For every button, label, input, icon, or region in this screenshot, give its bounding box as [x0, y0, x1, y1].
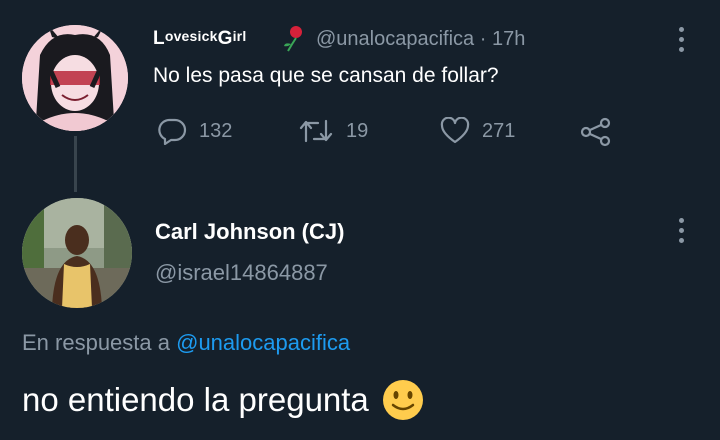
avatar-illustration: [22, 25, 128, 131]
share-button[interactable]: [580, 117, 612, 147]
reply-to-link[interactable]: @unalocapacifica: [176, 330, 350, 355]
tweet2-text: no entiendo la pregunta: [22, 381, 369, 418]
meta-separator: ·: [479, 28, 487, 50]
like-icon: [440, 117, 470, 144]
reply-icon: [158, 118, 187, 145]
handle-unalocapacifica[interactable]: @unalocapacifica: [316, 28, 474, 50]
handle-israel14864887[interactable]: @israel14864887: [155, 260, 328, 286]
name-part: irl: [232, 28, 247, 44]
reply-prefix: En respuesta a: [22, 330, 170, 355]
share-icon: [580, 117, 611, 147]
more-icon[interactable]: [677, 218, 685, 243]
smile-emoji-icon: [382, 380, 423, 420]
avatar-carl-johnson[interactable]: [22, 198, 132, 308]
thread-connector-line: [74, 136, 77, 192]
tweet1-meta: @unalocapacifica · 17h: [316, 28, 525, 51]
avatar-lovesickgirl[interactable]: [22, 25, 128, 131]
like-count: 271: [482, 119, 516, 142]
name-part: ovesick: [164, 28, 218, 44]
retweet-count: 19: [346, 119, 369, 142]
display-name-lovesickgirl[interactable]: LovesickGirl: [153, 28, 246, 50]
retweet-icon: [299, 119, 333, 143]
like-button[interactable]: 271: [440, 117, 515, 145]
retweet-button[interactable]: 19: [298, 117, 368, 145]
reply-count: 132: [199, 119, 233, 142]
display-name-carl-johnson[interactable]: Carl Johnson (CJ): [155, 219, 344, 245]
reply-button[interactable]: 132: [157, 117, 232, 145]
tweet2-text-row: no entiendo la pregunta: [22, 378, 425, 422]
tweet1-text: No les pasa que se cansan de follar?: [153, 64, 499, 87]
reply-context: En respuesta a @unalocapacifica: [22, 330, 350, 356]
name-part: G: [217, 28, 233, 49]
timestamp[interactable]: 17h: [492, 28, 525, 50]
avatar-photo: [22, 198, 132, 308]
name-part: L: [153, 28, 165, 49]
more-icon[interactable]: [677, 27, 685, 52]
rose-emoji-icon: [280, 24, 306, 57]
